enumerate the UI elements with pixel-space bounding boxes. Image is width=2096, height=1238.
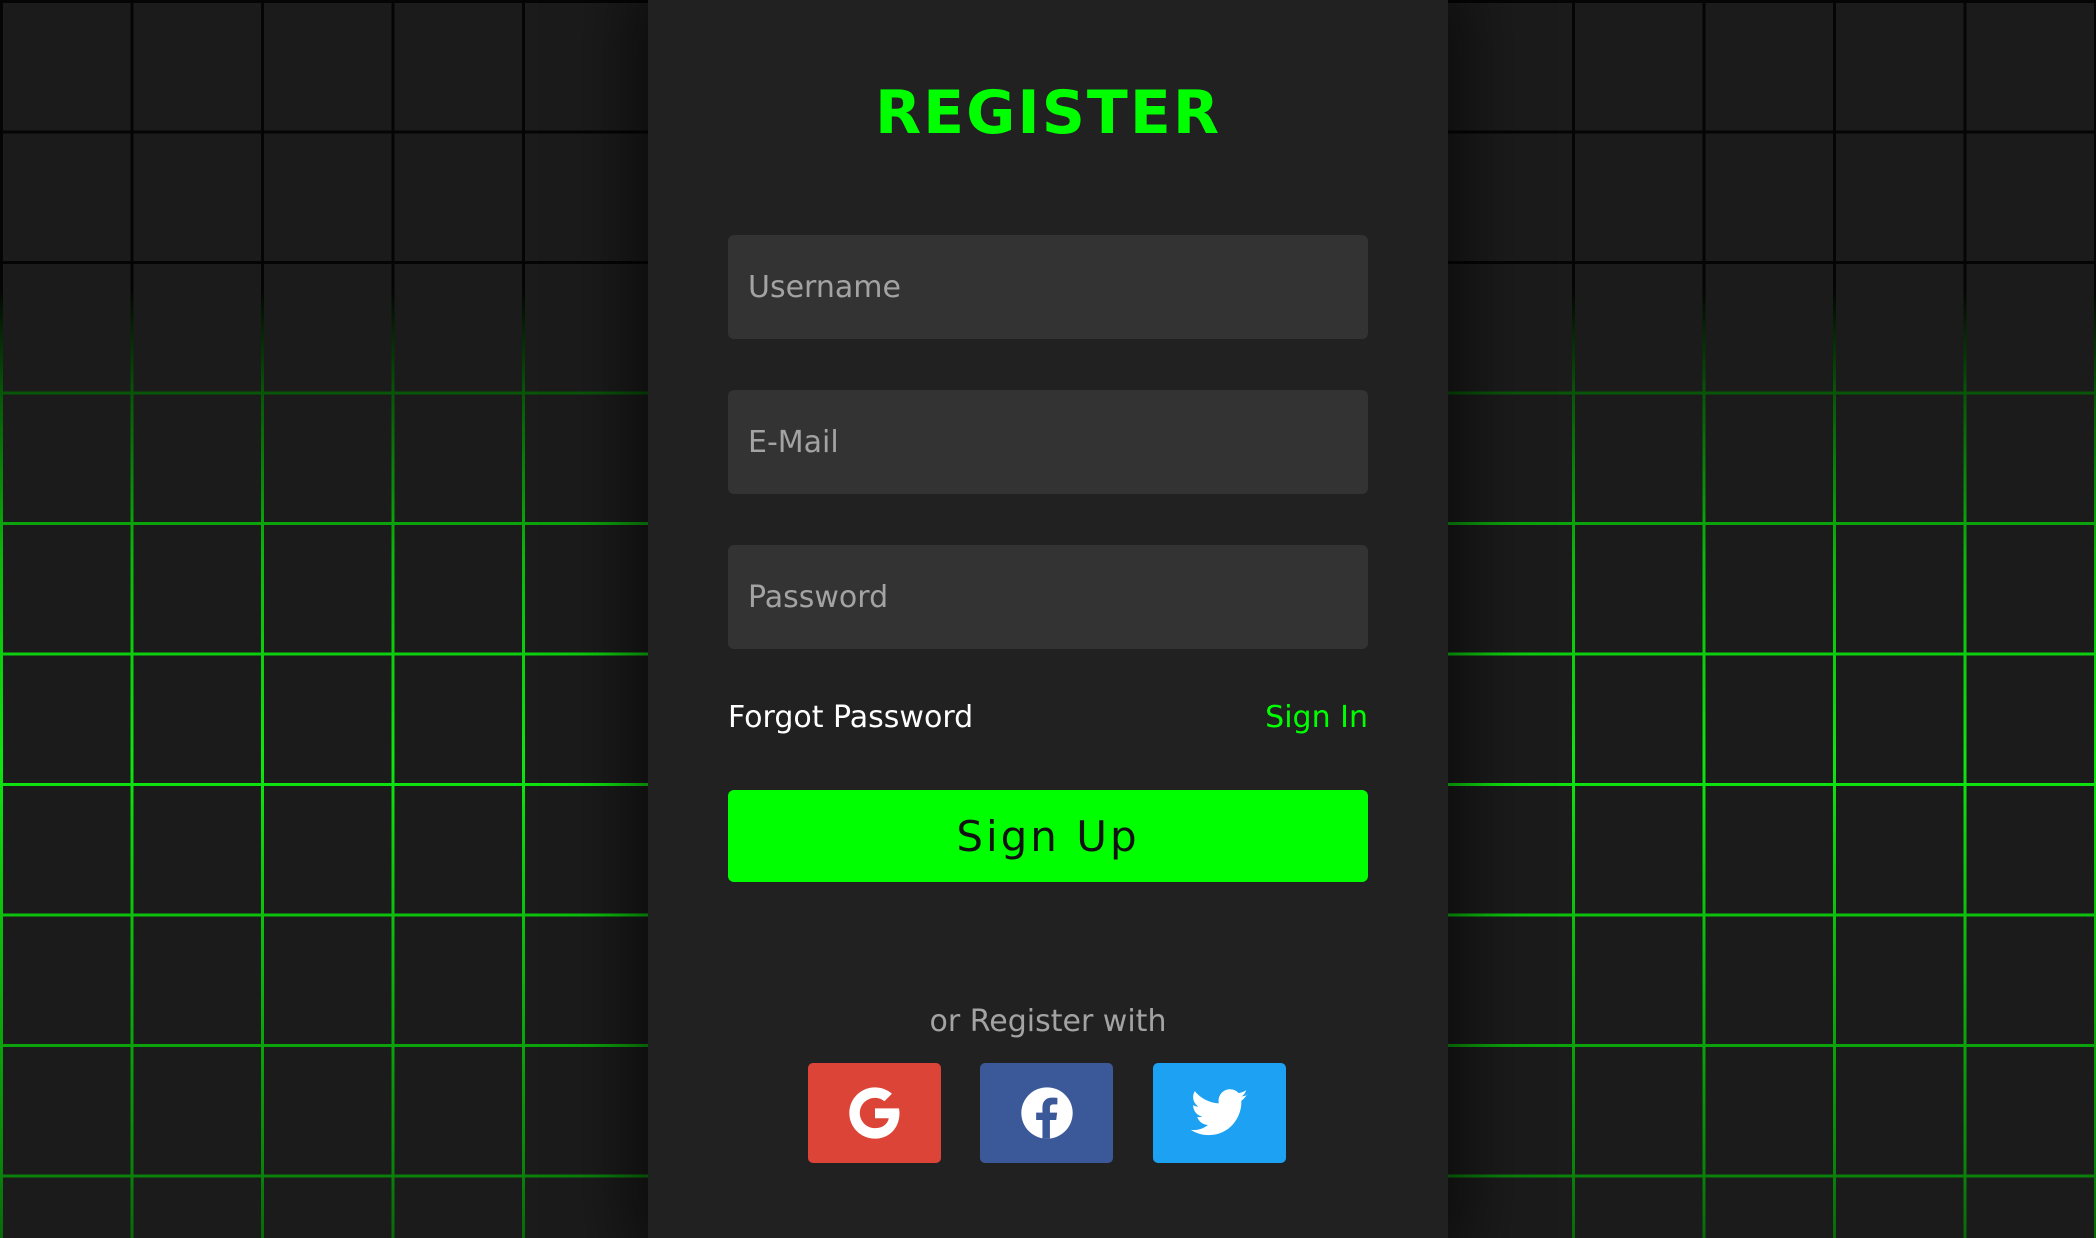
social-register-label: or Register with xyxy=(929,1004,1167,1039)
sign-up-button[interactable]: Sign Up xyxy=(728,790,1368,882)
twitter-icon xyxy=(1190,1089,1248,1136)
facebook-register-button[interactable] xyxy=(980,1063,1113,1163)
username-input[interactable] xyxy=(728,235,1368,339)
google-register-button[interactable] xyxy=(808,1063,941,1163)
register-title: REGISTER xyxy=(874,78,1222,148)
auth-links-row: Forgot Password Sign In xyxy=(728,700,1368,740)
register-panel: REGISTER Forgot Password Sign In Sign Up… xyxy=(648,0,1448,1238)
forgot-password-link[interactable]: Forgot Password xyxy=(728,700,973,735)
google-icon xyxy=(848,1087,899,1139)
page-background: REGISTER Forgot Password Sign In Sign Up… xyxy=(0,0,2096,1238)
email-input[interactable] xyxy=(728,390,1368,494)
background-grid-right-glow xyxy=(1448,0,2096,1238)
sign-in-link[interactable]: Sign In xyxy=(1265,700,1368,735)
twitter-register-button[interactable] xyxy=(1153,1063,1286,1163)
facebook-icon xyxy=(1020,1087,1073,1139)
password-input[interactable] xyxy=(728,545,1368,649)
background-grid-left-glow xyxy=(0,0,650,1238)
